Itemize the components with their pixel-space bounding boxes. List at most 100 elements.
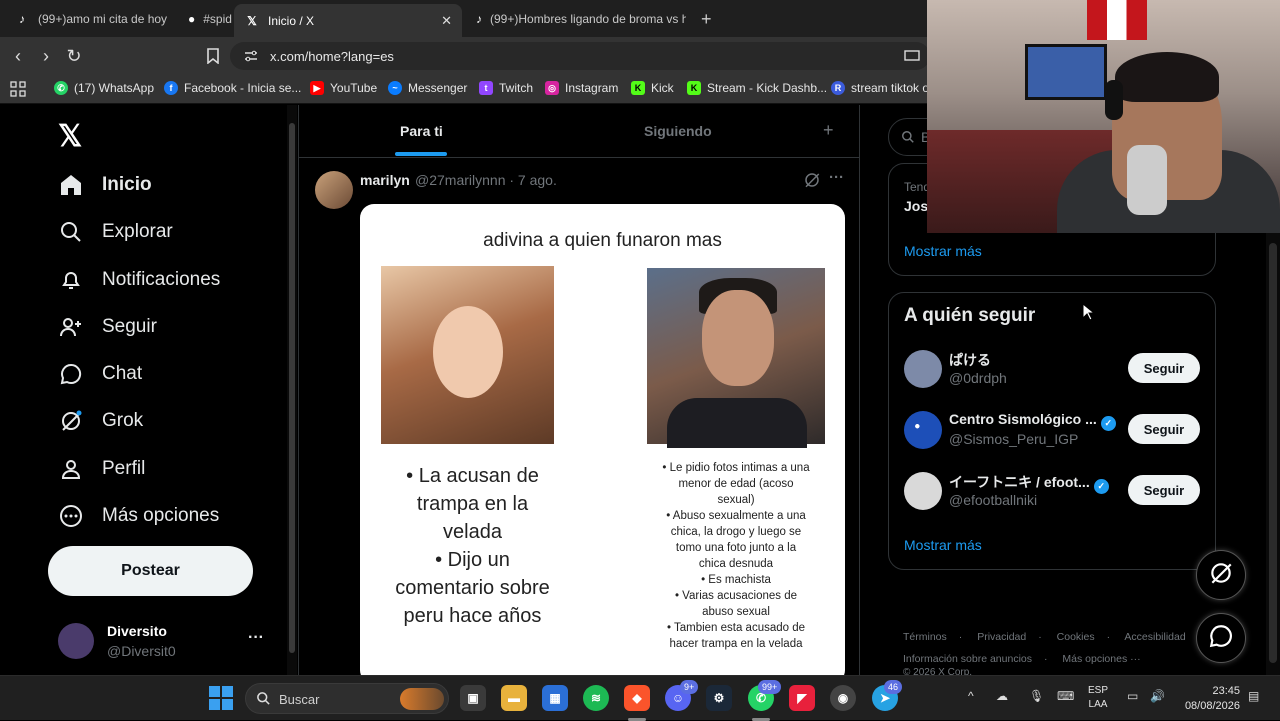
taskbar-search[interactable]: Buscar (245, 683, 449, 714)
nav-explore[interactable]: Explorar (58, 214, 173, 250)
back-icon[interactable]: ‹ (8, 46, 28, 66)
follow-button[interactable]: Seguir (1128, 475, 1200, 505)
scrollbar-thumb[interactable] (289, 123, 295, 653)
bookmark-twitch[interactable]: t Twitch (479, 81, 533, 95)
chat-float-button[interactable] (1196, 613, 1246, 663)
follow-button[interactable]: Seguir (1128, 414, 1200, 444)
footer-link[interactable]: Privacidad (977, 631, 1026, 643)
bookmark-kick[interactable]: K Kick (631, 81, 674, 95)
scrollbar[interactable] (287, 105, 297, 675)
url-field[interactable]: x.com/home?lang=es (230, 42, 930, 70)
tab-following[interactable]: Siguiendo (644, 123, 712, 139)
tab-4[interactable]: ♪ (99+)Hombres ligando de broma vs h (466, 4, 686, 34)
bookmark-youtube[interactable]: ▶ YouTube (310, 81, 377, 95)
nav-profile[interactable]: Perfil (58, 451, 145, 487)
footer-link[interactable]: Términos (903, 631, 947, 643)
store-icon[interactable]: ▦ (542, 685, 568, 711)
tab-2[interactable]: ● #spid (178, 4, 234, 34)
language-indicator[interactable]: ESP LAA (1088, 684, 1108, 712)
volume-icon[interactable]: 🔊 (1150, 689, 1165, 703)
follow-suggestion[interactable]: ぱける @0drdph Seguir (904, 348, 1204, 390)
brave-icon[interactable]: ◆ (624, 685, 650, 711)
show-more-link[interactable]: Mostrar más (904, 243, 982, 259)
steam-icon[interactable]: ⚙ (706, 685, 732, 711)
avatar[interactable] (904, 411, 942, 449)
chevron-up-icon[interactable]: ^ (968, 689, 974, 703)
bookmark-instagram[interactable]: ◎ Instagram (545, 81, 618, 95)
twitch-icon: t (479, 81, 493, 95)
suggestion-name[interactable]: Centro Sismológico ... ✓ (949, 411, 1116, 431)
nav-home[interactable]: Inicio (58, 167, 152, 203)
left-navigation: 𝕏 Inicio Explorar Notificaciones Seguir … (0, 105, 287, 675)
reload-icon[interactable]: ↻ (64, 46, 84, 66)
bookmark-icon[interactable] (203, 46, 223, 66)
forward-icon[interactable]: › (36, 46, 56, 66)
apps-icon[interactable] (10, 81, 26, 97)
nav-label: Más opciones (102, 505, 220, 526)
tab-3[interactable]: 𝕏 Inicio / X ✕ (234, 4, 462, 37)
add-tab-icon[interactable]: + (823, 120, 834, 141)
nav-chat[interactable]: Chat (58, 356, 142, 392)
trend-name[interactable]: Jos (904, 198, 928, 214)
bookmark-stream-tiktok[interactable]: Rstream tiktok o (831, 81, 929, 95)
copyright: © 2026 X Corp. (903, 667, 973, 675)
spotify-icon[interactable]: ≋ (583, 685, 609, 711)
grok-float-button[interactable] (1196, 550, 1246, 600)
account-switcher[interactable]: Diversito @Diversit0 ··· (58, 619, 268, 663)
more-icon[interactable]: ··· (829, 169, 844, 186)
microphone-icon[interactable]: 🎙 (1029, 689, 1044, 703)
bookmark-whatsapp[interactable]: ✆ (17) WhatsApp (54, 81, 154, 95)
game-launcher-icon[interactable]: ◤ (789, 685, 815, 711)
tab-for-you[interactable]: Para ti (400, 123, 443, 139)
task-view-icon[interactable]: ▣ (460, 685, 486, 711)
obs-icon[interactable]: ◉ (830, 685, 856, 711)
new-tab-button[interactable]: + (701, 9, 712, 30)
tab-1[interactable]: ♪ (99+)amo mi cita de hoy (4, 4, 194, 34)
windows-start-icon[interactable] (209, 686, 233, 710)
show-more-link[interactable]: Mostrar más (904, 537, 982, 553)
site-info-icon[interactable] (244, 49, 258, 63)
caption-line: chica, la drogo y luego se (670, 526, 802, 538)
footer-link[interactable]: Cookies (1057, 631, 1095, 643)
bookmark-facebook[interactable]: f Facebook - Inicia se... (164, 81, 301, 95)
more-icon[interactable]: ··· (248, 629, 264, 647)
nav-more[interactable]: Más opciones (58, 498, 219, 534)
follow-button[interactable]: Seguir (1128, 353, 1200, 383)
scrollbar[interactable] (1266, 233, 1280, 675)
taskbar: Buscar ▣ ▬ ▦ ≋ ◆ ☺ 9+ ⚙ ✆ 99+ ◤ ◉ ➤ 46 ^… (0, 675, 1280, 721)
notifications-icon[interactable]: ▤ (1248, 689, 1259, 703)
grok-icon[interactable] (803, 171, 821, 194)
onedrive-icon[interactable]: ☁ (996, 689, 1008, 703)
nav-grok[interactable]: Grok (58, 403, 143, 439)
follow-suggestion[interactable]: Centro Sismológico ... ✓ @Sismos_Peru_IGP… (904, 409, 1204, 451)
avatar[interactable] (904, 350, 942, 388)
cast-icon[interactable] (902, 46, 922, 66)
bookmark-kick-dashboard[interactable]: K Stream - Kick Dashb... (687, 81, 827, 95)
post-author[interactable]: marilyn (360, 172, 410, 188)
avatar[interactable] (904, 472, 942, 510)
nav-notifications[interactable]: Notificaciones (58, 262, 220, 298)
suggestion-name[interactable]: ぱける (949, 350, 991, 370)
scrollbar-thumb[interactable] (1269, 243, 1277, 663)
avatar[interactable] (315, 171, 353, 209)
bookmark-messenger[interactable]: ~ Messenger (388, 81, 467, 95)
clock[interactable]: 23:45 08/08/2026 (1178, 684, 1240, 714)
post[interactable]: marilyn @27marilynnn · 7 ago. ··· adivin… (299, 159, 859, 675)
post-image[interactable]: adivina a quien funaron mas • La acusan … (360, 204, 845, 675)
file-explorer-icon[interactable]: ▬ (501, 685, 527, 711)
keyboard-icon[interactable]: ⌨ (1057, 689, 1074, 703)
bookmark-label: (17) WhatsApp (74, 81, 155, 95)
caption-line: hacer trampa en la velada (669, 638, 803, 650)
network-icon[interactable]: ▭ (1127, 689, 1138, 703)
suggestion-name[interactable]: イーフトニキ / efoot... ✓ (949, 472, 1109, 494)
post-button[interactable]: Postear (48, 546, 253, 596)
x-logo-icon[interactable]: 𝕏 (58, 119, 82, 154)
caption-line: chica desnuda (698, 558, 774, 570)
footer-link[interactable]: Más opciones ··· (1062, 653, 1140, 665)
post-meta[interactable]: @27marilynnn · 7 ago. (415, 172, 557, 188)
footer-link[interactable]: Información sobre anuncios (903, 653, 1032, 665)
nav-follow[interactable]: Seguir (58, 309, 157, 345)
follow-suggestion[interactable]: イーフトニキ / efoot... ✓ @efootballniki Seguir (904, 470, 1204, 512)
footer-link[interactable]: Accesibilidad (1124, 631, 1185, 643)
close-tab-icon[interactable]: ✕ (441, 13, 452, 29)
